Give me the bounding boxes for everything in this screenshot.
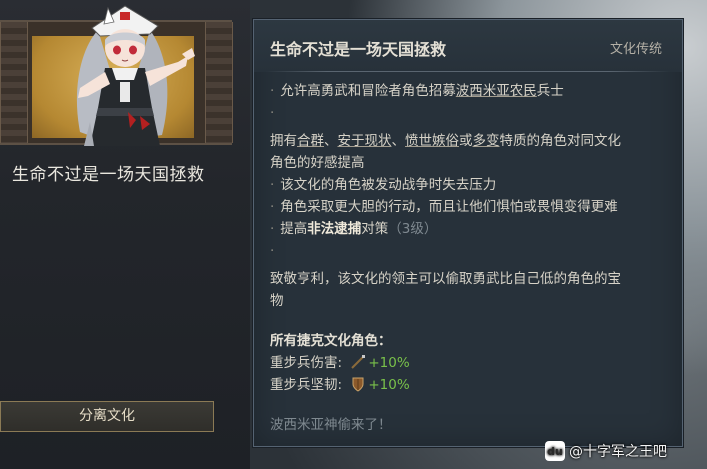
effect-text: 拥有 [270, 133, 297, 149]
bullet-dot: · [270, 177, 275, 193]
tradition-portrait-illustration [76, 5, 195, 146]
effect-line-bold-actions: · 角色采取更大胆的行动，而且让他们惧怕或畏惧变得更难 [270, 196, 670, 218]
effect-line-arrest-scheme: · 提高非法逮捕对策（3级） [270, 218, 670, 240]
effect-text: 特质的角色对同文化 [499, 133, 622, 149]
empty-bullet-row: · [270, 102, 670, 124]
trait-link-gregarious[interactable]: 合群 [297, 133, 324, 149]
bullet-dot: · [270, 83, 275, 99]
effect-line-war-stress: · 该文化的角色被发动战争时失去压力 [270, 174, 670, 196]
effect-text: 角色采取更大胆的行动，而且让他们惧怕或畏惧变得更难 [280, 199, 618, 215]
illegal-arrest-link[interactable]: 非法逮捕 [307, 221, 361, 237]
effect-line-recruit: · 允许高勇武和冒险者角色招募波西米亚农民兵士 [270, 80, 670, 102]
watermark: du @十字军之王吧 [545, 440, 667, 462]
effect-text: 兵士 [536, 83, 564, 99]
trait-link-content[interactable]: 安于现状 [338, 133, 392, 149]
tooltip-category-tag: 文化传统 [609, 42, 662, 57]
effect-text: 该文化的角色被发动战争时失去压力 [280, 177, 497, 193]
czech-characters-heading: 所有捷克文化角色： [270, 333, 392, 349]
stat-bonus-value: +10% [368, 377, 410, 393]
tradition-title-left: 生命不过是一场天国拯救 [12, 165, 205, 185]
shield-icon [352, 377, 364, 392]
frame-pillar-left [0, 22, 28, 143]
tooltip-header: 生命不过是一场天国拯救 文化传统 [254, 20, 682, 72]
stat-label: 重步兵坚韧: [270, 377, 343, 393]
spear-icon [351, 355, 366, 369]
baidu-tieba-logo-icon: du [545, 441, 565, 461]
effect-text: 提高 [280, 221, 308, 237]
bullet-dot: · [270, 221, 275, 237]
effect-text: 允许高勇武和冒险者角色招募 [280, 83, 456, 99]
trait-link-cynical[interactable]: 愤世嫉俗 [405, 133, 459, 149]
effect-line-steal-artifact-cont: 物 [270, 293, 284, 309]
watermark-text: @十字军之王吧 [569, 444, 667, 460]
tooltip-body: · 允许高勇武和冒险者角色招募波西米亚农民兵士 · 拥有合群、安于现状、愤世嫉俗或… [270, 80, 670, 396]
bohemian-peasants-link[interactable]: 波西米亚农民 [456, 83, 537, 99]
stat-row-heavy-infantry-toughness: 重步兵坚韧: +10% [270, 374, 670, 396]
effect-line-opinion-cont: 角色的好感提高 [270, 155, 365, 171]
tooltip-title: 生命不过是一场天国拯救 [270, 40, 447, 59]
scheme-level: （3级） [388, 221, 438, 237]
empty-bullet-row: · [270, 240, 670, 262]
tradition-tooltip: 生命不过是一场天国拯救 文化传统 · 允许高勇武和冒险者角色招募波西米亚农民兵士 … [253, 19, 683, 447]
culture-tradition-panel: 生命不过是一场天国拯救 分离文化 [0, 0, 250, 469]
separator: 、 [391, 133, 406, 149]
bullet-dot: · [270, 243, 275, 259]
bullet-dot: · [270, 199, 275, 215]
frame-pillar-right [205, 22, 233, 143]
effect-line-opinion: 拥有合群、安于现状、愤世嫉俗或多变特质的角色对同文化 [270, 130, 670, 152]
effect-text: 对策 [361, 221, 389, 237]
stat-bonus-value: +10% [368, 355, 410, 371]
stat-row-heavy-infantry-damage: 重步兵伤害: +10% [270, 352, 670, 374]
separator: 或 [459, 133, 473, 149]
separator: 、 [324, 133, 338, 149]
separate-culture-button[interactable]: 分离文化 [0, 401, 214, 432]
effect-line-steal-artifact: 致敬亨利，该文化的领主可以偷取勇武比自己低的角色的宝 [270, 271, 621, 287]
flavor-quote: 波西米亚神偷来了！ [270, 417, 392, 433]
bullet-dot: · [270, 105, 275, 121]
tooltip-divider [266, 71, 670, 72]
stat-label: 重步兵伤害: [270, 355, 343, 371]
trait-link-fickle[interactable]: 多变 [473, 133, 500, 149]
